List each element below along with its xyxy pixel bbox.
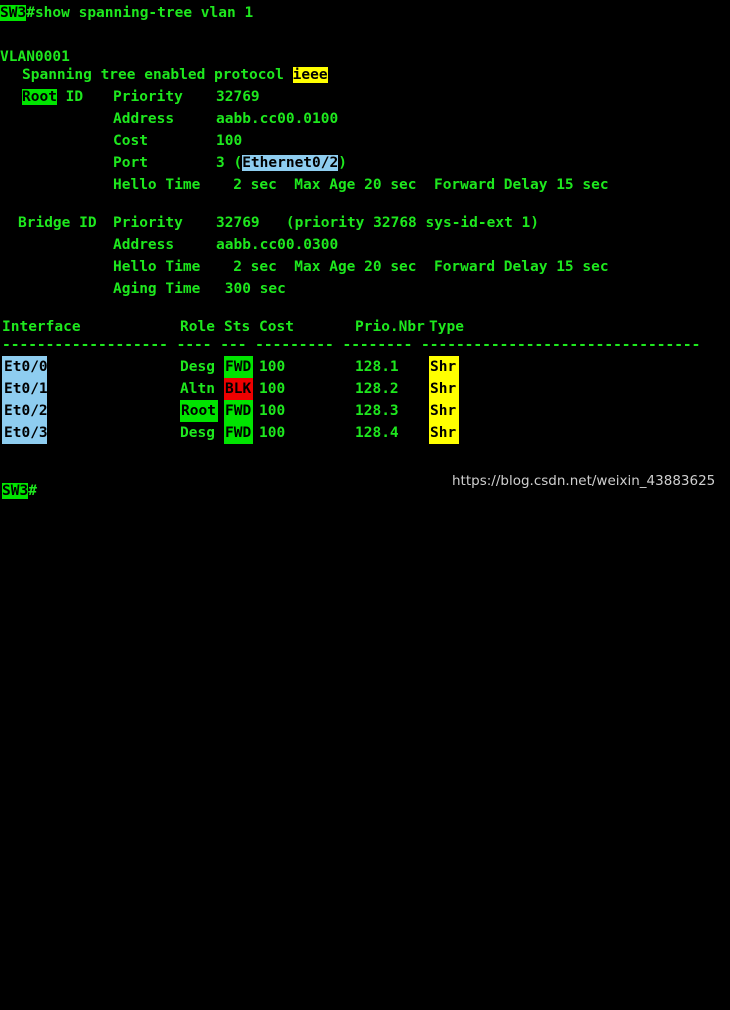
row-cost: 100: [259, 381, 286, 397]
root-hello-value: 2 sec Max Age 20 sec Forward Delay 15 se…: [207, 177, 609, 193]
spanning-tree-protocol-line: Spanning tree enabled protocol ieee: [22, 64, 328, 86]
root-cost-label: Cost: [113, 133, 148, 149]
final-device-prompt: SW3: [2, 483, 29, 499]
table-row: Et0/2: [4, 403, 48, 419]
final-prompt-symbol: #: [28, 483, 37, 499]
root-hello-label: Hello Time: [113, 177, 201, 193]
bridge-address-label: Address: [113, 237, 175, 253]
root-priority-label: Priority: [113, 89, 183, 105]
table-row: Et0/1: [4, 381, 48, 397]
final-prompt-line[interactable]: SW3#: [2, 480, 37, 502]
bridge-aging-label: Aging Time: [113, 281, 201, 297]
row-prio-nbr: 128.3: [355, 403, 399, 419]
root-priority-value: 32769: [216, 89, 260, 105]
watermark: https://blog.csdn.net/weixin_43883625: [452, 473, 716, 489]
row-type: Shr: [430, 359, 457, 375]
row-cost: 100: [259, 359, 286, 375]
protocol-value: ieee: [292, 67, 328, 83]
root-port-close: ): [338, 155, 347, 171]
root-address-value: aabb.cc00.0100: [216, 111, 339, 127]
root-port-line: 3 (Ethernet0/2): [216, 152, 347, 174]
row-sts: BLK: [225, 381, 252, 397]
root-id-title: Root: [22, 89, 57, 105]
table-row: Et0/0: [4, 359, 48, 375]
bridge-aging-value: 300 sec: [216, 281, 286, 297]
root-port-label: Port: [113, 155, 148, 171]
root-port-number: 3 (: [216, 155, 243, 171]
root-port-interface: Ethernet0/2: [242, 155, 339, 171]
row-cost: 100: [259, 403, 286, 419]
row-type: Shr: [430, 403, 457, 419]
root-id-suffix: ID: [56, 89, 84, 105]
bridge-hello-label: Hello Time: [113, 259, 201, 275]
root-id-line: Root ID: [22, 86, 83, 108]
row-type: Shr: [430, 381, 457, 397]
bridge-address-value: aabb.cc00.0300: [216, 237, 339, 253]
row-role: Desg: [180, 359, 215, 375]
row-type: Shr: [430, 425, 457, 441]
row-sts: FWD: [225, 403, 252, 419]
terminal-window: SW3#show spanning-tree vlan 1 VLAN0001 S…: [0, 0, 730, 505]
bridge-priority-label: Priority: [113, 215, 183, 231]
root-cost-value: 100: [216, 133, 243, 149]
bridge-id-title: Bridge ID: [18, 215, 97, 231]
row-role: Root: [181, 403, 216, 419]
command-line: SW3#show spanning-tree vlan 1: [0, 2, 253, 24]
bridge-priority-value: 32769 (priority 32768 sys-id-ext 1): [216, 215, 540, 231]
row-prio-nbr: 128.2: [355, 381, 399, 397]
row-cost: 100: [259, 425, 286, 441]
row-role: Desg: [180, 425, 215, 441]
bridge-hello-value: 2 sec Max Age 20 sec Forward Delay 15 se…: [207, 259, 609, 275]
root-address-label: Address: [113, 111, 175, 127]
row-sts: FWD: [225, 359, 252, 375]
table-row: Et0/3: [4, 425, 48, 441]
row-role: Altn: [180, 381, 215, 397]
command-text: show spanning-tree vlan 1: [34, 5, 254, 21]
table-separator: ------------------- ---- --- --------- -…: [2, 337, 701, 353]
row-prio-nbr: 128.4: [355, 425, 399, 441]
prompt-symbol: #: [26, 5, 35, 21]
spanning-tree-label: Spanning tree enabled protocol: [22, 67, 293, 83]
device-prompt: SW3: [0, 5, 27, 21]
row-sts: FWD: [225, 425, 252, 441]
row-prio-nbr: 128.1: [355, 359, 399, 375]
